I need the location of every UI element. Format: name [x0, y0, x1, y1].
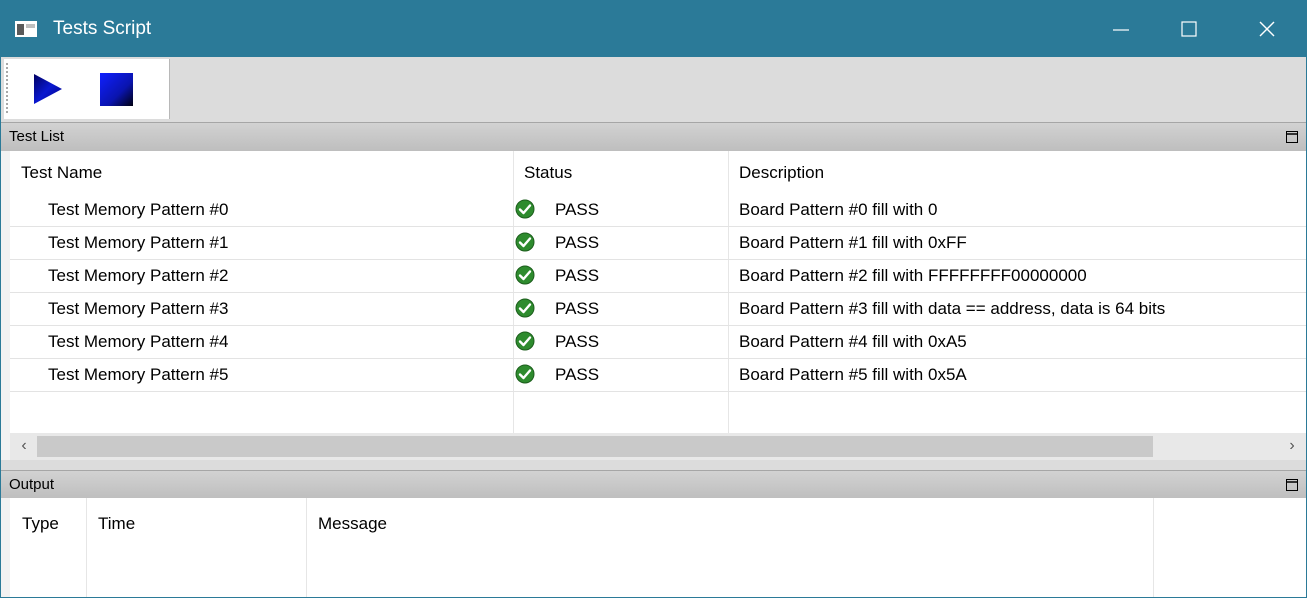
- check-circle-icon: [515, 364, 535, 384]
- test-name-cell: Test Memory Pattern #2: [48, 266, 229, 285]
- window-title: Tests Script: [53, 18, 152, 39]
- column-header-status[interactable]: Status: [524, 163, 572, 183]
- check-circle-icon: [515, 199, 535, 219]
- minimize-icon: [1113, 29, 1129, 31]
- column-header-type[interactable]: Type: [22, 514, 59, 534]
- description-cell: Board Pattern #2 fill with FFFFFFFF00000…: [739, 266, 1087, 285]
- test-name-cell: Test Memory Pattern #5: [48, 365, 229, 384]
- toolbar: [1, 57, 1306, 122]
- description-cell: Board Pattern #1 fill with 0xFF: [739, 233, 967, 252]
- column-header-test-name[interactable]: Test Name: [21, 163, 102, 183]
- run-button[interactable]: [28, 69, 68, 109]
- output-table: Type Time Message: [10, 498, 1306, 597]
- toolbar-grip[interactable]: [6, 63, 8, 115]
- table-row[interactable]: Test Memory Pattern #4 PASS Board Patter…: [10, 326, 1306, 359]
- table-row[interactable]: Test Memory Pattern #1 PASS Board Patter…: [10, 227, 1306, 260]
- test-list-title: Test List: [9, 128, 65, 145]
- minimize-button[interactable]: [1098, 1, 1144, 57]
- tests-script-window: Tests Script Test List Test Name Status …: [0, 0, 1307, 598]
- table-row[interactable]: Test Memory Pattern #0 PASS Board Patter…: [10, 194, 1306, 227]
- title-bar[interactable]: Tests Script: [1, 1, 1306, 57]
- toolbar-group: [4, 59, 170, 119]
- float-icon[interactable]: [1286, 131, 1298, 143]
- status-cell: PASS: [555, 200, 600, 219]
- float-icon[interactable]: [1286, 479, 1298, 491]
- test-name-cell: Test Memory Pattern #4: [48, 332, 229, 351]
- scrollbar-thumb[interactable]: [37, 436, 1153, 457]
- description-cell: Board Pattern #5 fill with 0x5A: [739, 365, 967, 384]
- play-icon: [34, 74, 62, 104]
- left-gutter: [1, 498, 10, 597]
- test-name-cell: Test Memory Pattern #3: [48, 299, 229, 318]
- scroll-right-icon[interactable]: ›: [1282, 436, 1302, 456]
- status-cell: PASS: [555, 233, 600, 252]
- left-gutter: [1, 151, 10, 460]
- output-title: Output: [9, 476, 55, 493]
- table-row[interactable]: Test Memory Pattern #2 PASS Board Patter…: [10, 260, 1306, 293]
- status-cell: PASS: [555, 332, 600, 351]
- test-list-dock-header[interactable]: Test List: [1, 122, 1306, 151]
- maximize-icon: [1181, 21, 1197, 37]
- column-separator[interactable]: [86, 498, 87, 597]
- column-separator[interactable]: [1153, 498, 1154, 597]
- status-cell: PASS: [555, 266, 600, 285]
- scroll-left-icon[interactable]: ‹: [14, 436, 34, 456]
- close-button[interactable]: [1244, 1, 1290, 57]
- test-name-cell: Test Memory Pattern #1: [48, 233, 229, 252]
- table-row[interactable]: Test Memory Pattern #5 PASS Board Patter…: [10, 359, 1306, 392]
- output-dock-header[interactable]: Output: [1, 470, 1306, 499]
- app-window-icon: [15, 21, 37, 37]
- description-cell: Board Pattern #4 fill with 0xA5: [739, 332, 967, 351]
- check-circle-icon: [515, 232, 535, 252]
- table-row[interactable]: Test Memory Pattern #3 PASS Board Patter…: [10, 293, 1306, 326]
- test-name-cell: Test Memory Pattern #0: [48, 200, 229, 219]
- column-header-time[interactable]: Time: [98, 514, 135, 534]
- status-cell: PASS: [555, 365, 600, 384]
- status-cell: PASS: [555, 299, 600, 318]
- test-list-table: Test Name Status Description Test Memory…: [10, 151, 1306, 433]
- description-cell: Board Pattern #3 fill with data == addre…: [739, 299, 1166, 318]
- stop-icon: [100, 73, 133, 106]
- horizontal-scrollbar[interactable]: ‹ ›: [10, 433, 1306, 460]
- stop-button[interactable]: [96, 69, 136, 109]
- column-header-message[interactable]: Message: [318, 514, 387, 534]
- description-cell: Board Pattern #0 fill with 0: [739, 200, 938, 219]
- check-circle-icon: [515, 298, 535, 318]
- check-circle-icon: [515, 331, 535, 351]
- close-icon: [1259, 21, 1275, 37]
- maximize-button[interactable]: [1166, 1, 1212, 57]
- check-circle-icon: [515, 265, 535, 285]
- column-header-description[interactable]: Description: [739, 163, 824, 183]
- panel-splitter[interactable]: [1, 460, 1306, 470]
- column-separator[interactable]: [306, 498, 307, 597]
